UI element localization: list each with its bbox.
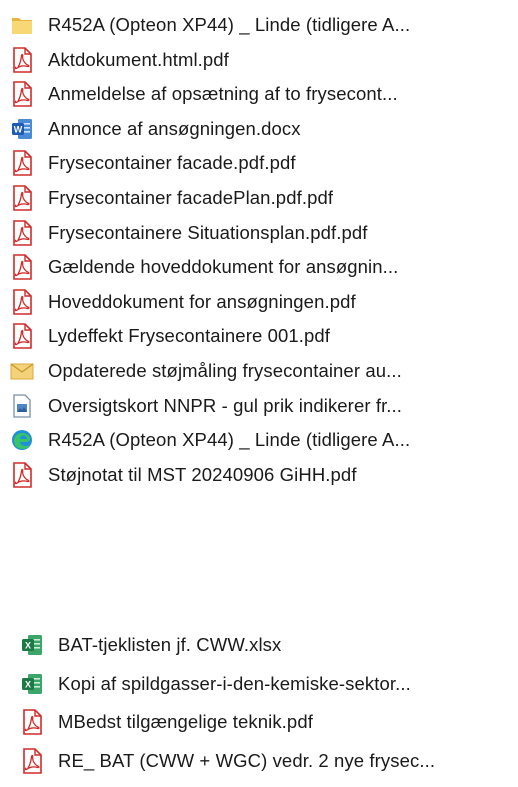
file-name: Anmeldelse af opsætning af to frysecont.… (48, 83, 398, 105)
file-name: MBedst tilgængelige teknik.pdf (58, 711, 313, 732)
file-name: Aktdokument.html.pdf (48, 48, 229, 70)
file-name: R452A (Opteon XP44) _ Linde (tidligere A… (48, 14, 411, 35)
pdf-icon (10, 150, 34, 177)
pdf-icon (10, 461, 34, 488)
pdf-icon (10, 219, 34, 246)
file-item[interactable]: Anmeldelse af opsætning af to frysecont.… (0, 77, 518, 111)
file-item[interactable]: X Kopi af spildgasser-i-den-kemiske-sekto… (0, 667, 518, 701)
file-item[interactable]: Oversigtskort NNPR - gul prik indikerer … (0, 389, 518, 423)
file-item[interactable]: X BAT-tjeklisten jf. CWW.xlsx (0, 628, 518, 662)
file-name: BAT-tjeklisten jf. CWW.xlsx (58, 634, 282, 655)
file-name: Frysecontainere Situationsplan.pdf.pdf (48, 221, 368, 243)
file-item[interactable]: MBedst tilgængelige teknik.pdf (0, 705, 518, 739)
file-item[interactable]: R452A (Opteon XP44) _ Linde (tidligere A… (0, 423, 518, 457)
excel-icon: X (20, 632, 44, 658)
pdf-icon (20, 709, 44, 735)
file-item[interactable]: Opdaterede støjmåling frysecontainer au.… (0, 354, 518, 388)
file-name: Frysecontainer facadePlan.pdf.pdf (48, 187, 334, 208)
file-item[interactable]: Aktdokument.html.pdf (0, 43, 518, 77)
pdf-icon (10, 185, 34, 211)
file-item[interactable]: W Annonce af ansøgningen.docx (0, 112, 518, 146)
svg-text:X: X (25, 679, 31, 689)
excel-icon: X (20, 671, 44, 697)
file-item[interactable]: Frysecontainer facade.pdf.pdf (0, 146, 518, 180)
file-item[interactable]: Frysecontainer facadePlan.pdf.pdf (0, 181, 518, 215)
pdf-icon (10, 254, 34, 280)
pdf-icon (10, 81, 34, 107)
file-name: Hoveddokument for ansøgningen.pdf (48, 290, 356, 312)
file-name: R452A (Opteon XP44) _ Linde (tidligere A… (48, 429, 411, 451)
file-item[interactable]: Støjnotat til MST 20240906 GiHH.pdf (0, 458, 518, 492)
file-item[interactable]: Gældende hoveddokument for ansøgnin... (0, 250, 518, 284)
pdf-icon (20, 747, 44, 774)
svg-text:W: W (14, 124, 23, 134)
file-name: Frysecontainer facade.pdf.pdf (48, 152, 296, 174)
word-icon: W (10, 116, 34, 142)
file-name: Gældende hoveddokument for ansøgnin... (48, 256, 399, 278)
file-name: Støjnotat til MST 20240906 GiHH.pdf (48, 463, 357, 485)
file-name: Kopi af spildgasser-i-den-kemiske-sektor… (58, 672, 411, 694)
file-name: Opdaterede støjmåling frysecontainer au.… (48, 360, 402, 381)
pdf-icon (10, 46, 34, 73)
pdf-icon (10, 323, 34, 350)
file-name: RE_ BAT (CWW + WGC) vedr. 2 nye frysec..… (58, 749, 436, 771)
file-item[interactable]: RE_ BAT (CWW + WGC) vedr. 2 nye frysec..… (0, 744, 518, 778)
file-name: Lydeffekt Frysecontainere 001.pdf (48, 325, 331, 347)
mail-icon (10, 358, 34, 384)
folder-icon (10, 12, 34, 38)
image-icon (10, 393, 34, 419)
file-item[interactable]: Lydeffekt Frysecontainere 001.pdf (0, 319, 518, 353)
file-item[interactable]: Frysecontainere Situationsplan.pdf.pdf (0, 216, 518, 250)
file-item[interactable]: R452A (Opteon XP44) _ Linde (tidligere A… (0, 8, 518, 42)
file-item[interactable]: Hoveddokument for ansøgningen.pdf (0, 285, 518, 319)
edge-icon (10, 427, 34, 453)
file-name: Oversigtskort NNPR - gul prik indikerer … (48, 394, 403, 416)
file-name: Annonce af ansøgningen.docx (48, 117, 301, 139)
svg-text:X: X (25, 641, 31, 651)
pdf-icon (10, 288, 34, 315)
